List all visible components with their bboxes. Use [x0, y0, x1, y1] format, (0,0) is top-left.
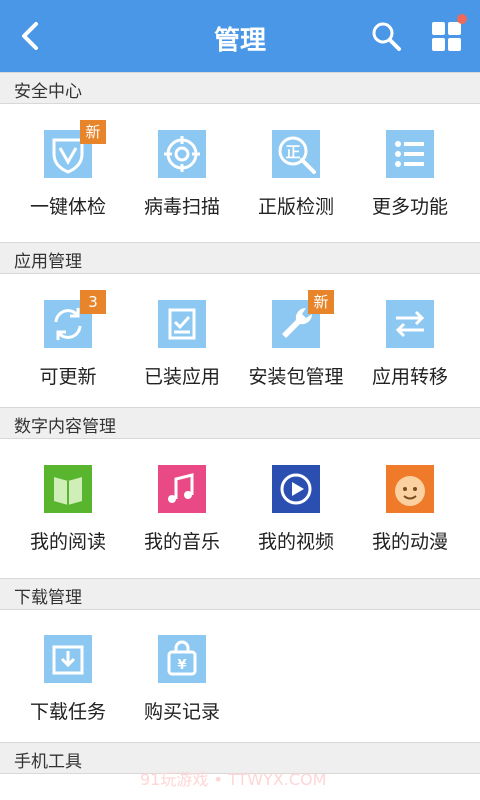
section-title: 下载管理 [14, 588, 82, 608]
music-icon [158, 465, 206, 513]
watermark: 91玩游戏 • TTWYX.COM [140, 770, 327, 789]
bag-icon: ¥ [158, 635, 206, 683]
magnifier-zheng-icon: 正 [272, 130, 320, 178]
section-title: 数字内容管理 [14, 417, 116, 437]
search-icon[interactable] [370, 20, 402, 52]
top-bar: 管理 [0, 0, 480, 72]
section-header-download: 下载管理 [0, 578, 480, 610]
svg-text:正: 正 [285, 143, 300, 161]
list-icon [386, 130, 434, 178]
tile-label: 购买记录 [143, 701, 220, 723]
notification-dot [457, 14, 467, 24]
page-title: 管理 [213, 26, 266, 56]
section-header-content: 数字内容管理 [0, 407, 480, 439]
section-title: 应用管理 [14, 252, 82, 272]
target-icon [158, 130, 206, 178]
book-icon [44, 465, 92, 513]
face-icon [386, 465, 434, 513]
new-badge: 新 [308, 290, 334, 314]
section-header-apps: 应用管理 [0, 242, 480, 274]
new-badge: 新 [80, 120, 106, 144]
grid-icon[interactable] [432, 22, 462, 52]
download-icon [44, 635, 92, 683]
svg-text:¥: ¥ [177, 658, 186, 673]
tile-label: 应用转移 [371, 366, 448, 388]
video-icon [272, 465, 320, 513]
tile-label: 更多功能 [371, 196, 448, 218]
count-badge: 3 [80, 290, 106, 314]
section-title: 安全中心 [14, 82, 82, 102]
transfer-icon [386, 300, 434, 348]
installed-icon [158, 300, 206, 348]
section-header-security: 安全中心 [0, 72, 480, 104]
section-title: 手机工具 [14, 752, 82, 772]
tile-label: 我的动漫 [371, 531, 448, 553]
